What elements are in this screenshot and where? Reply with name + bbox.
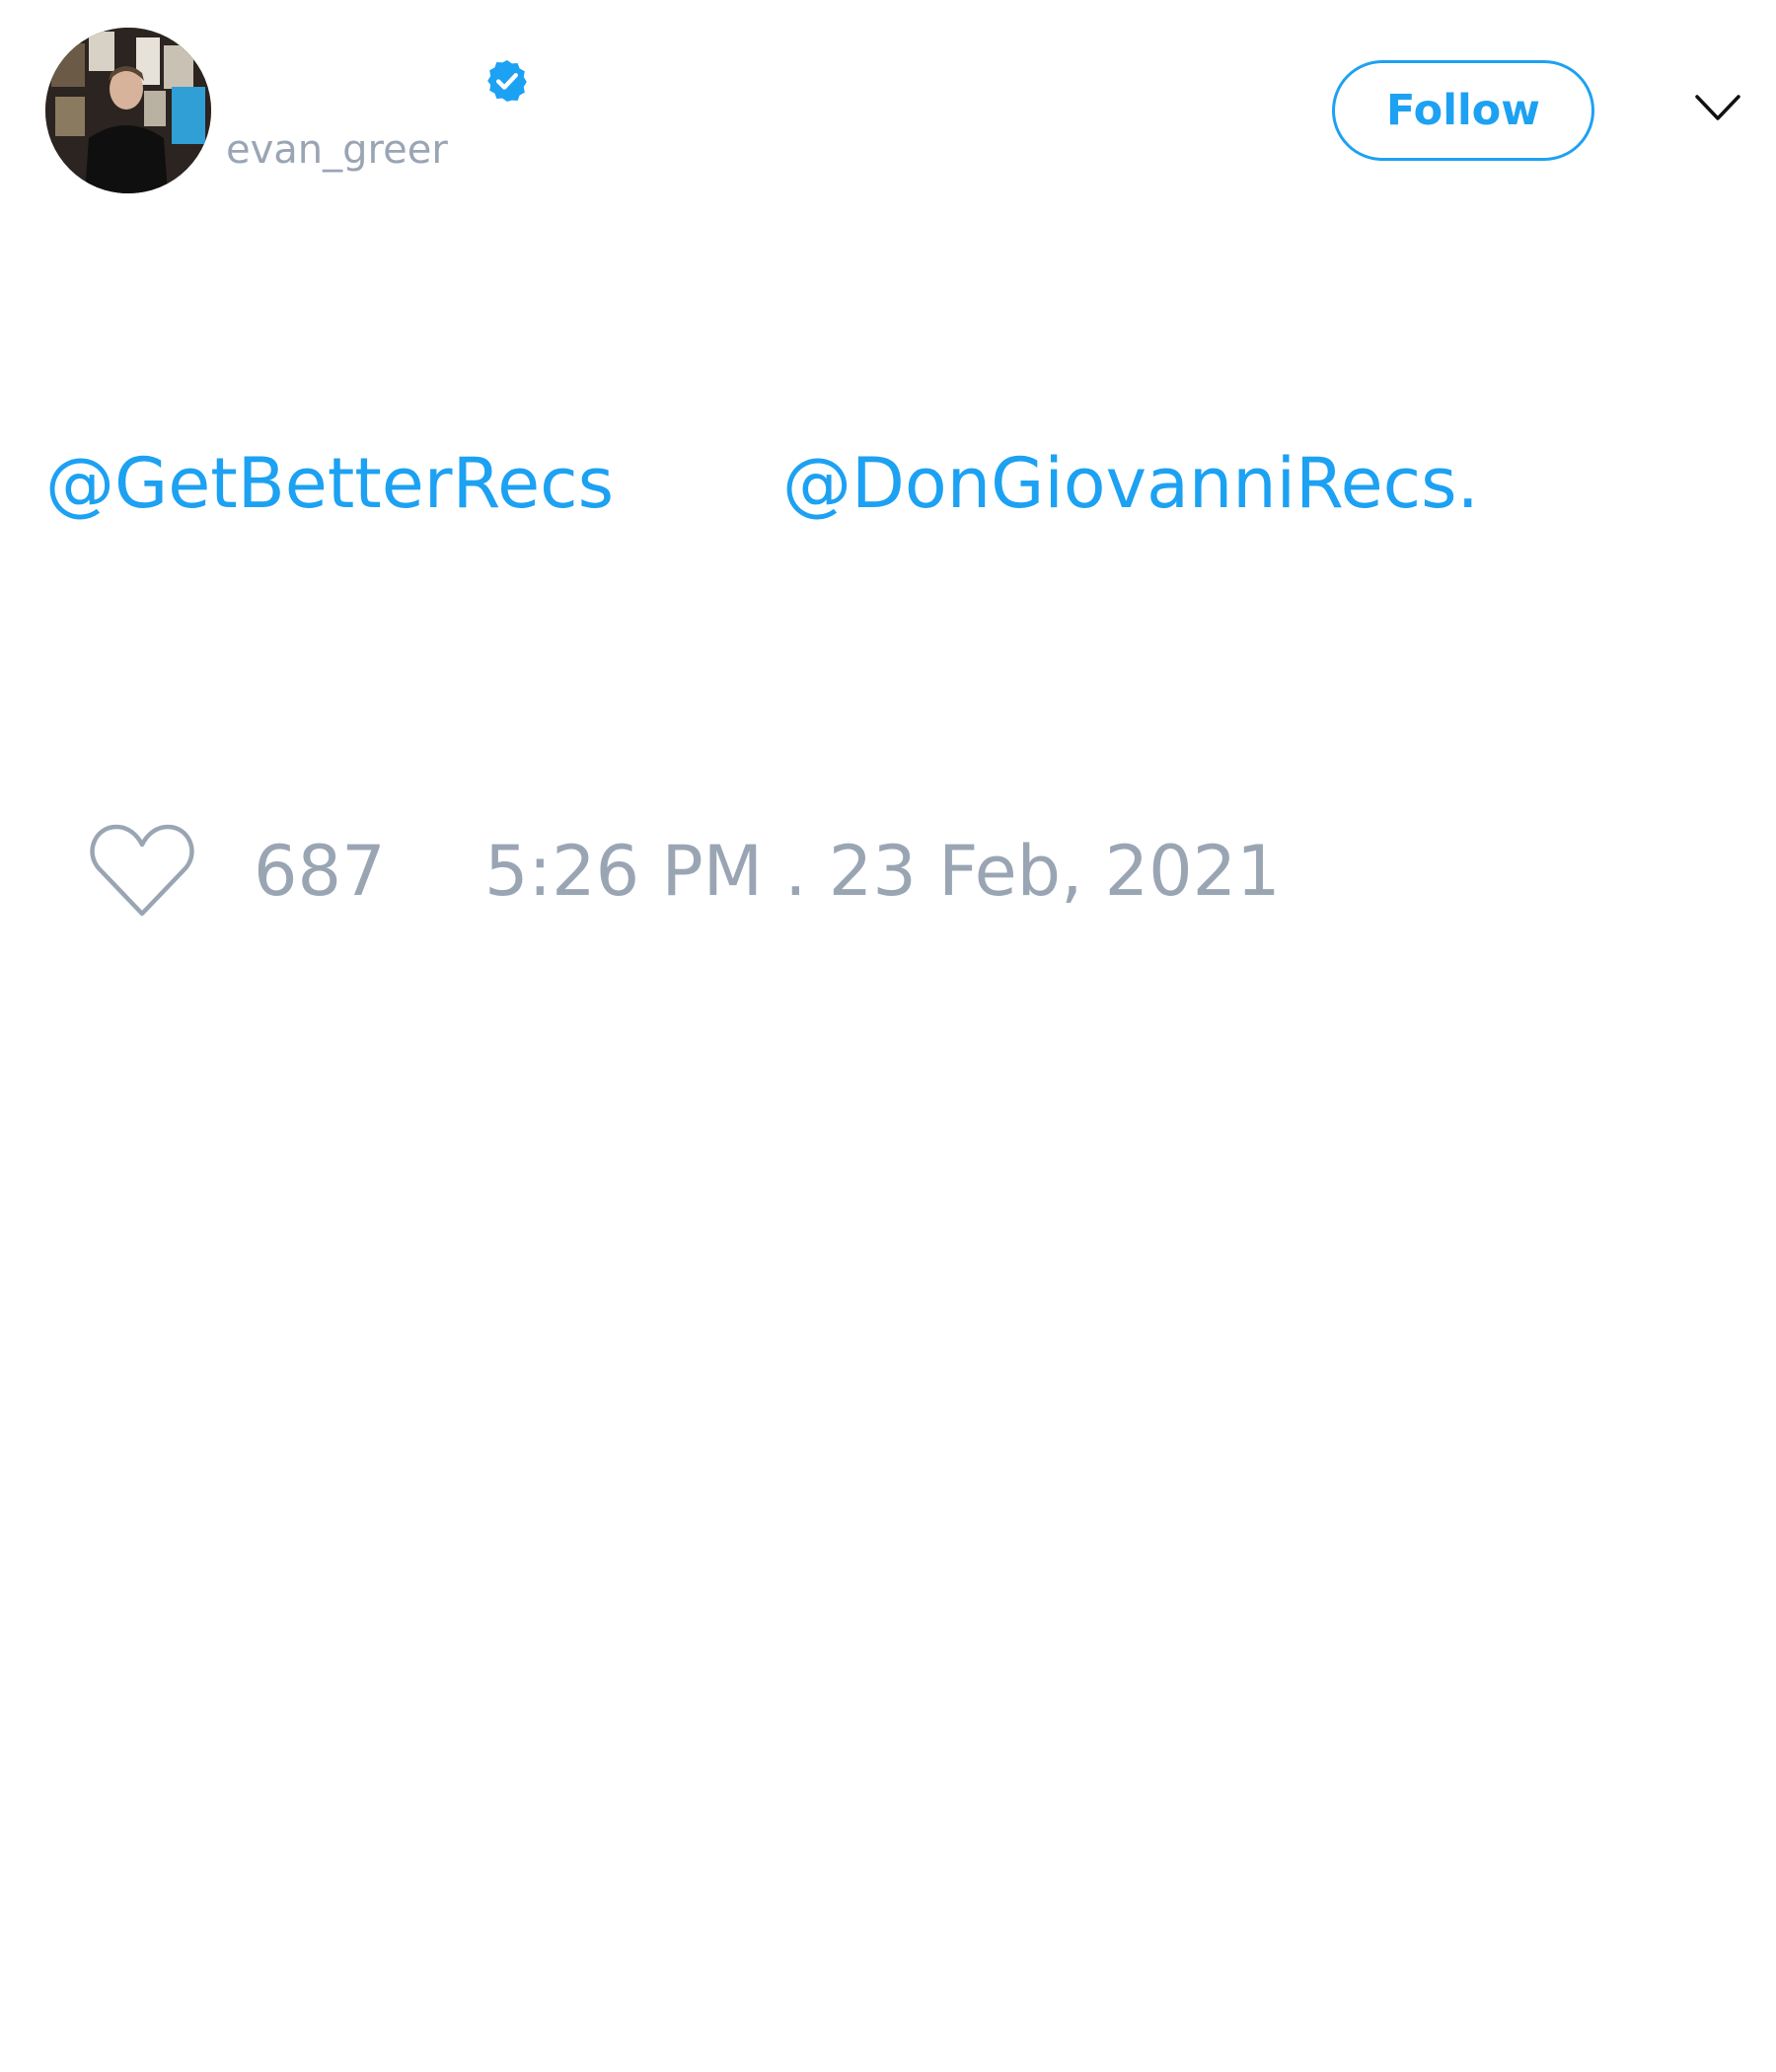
verified-badge-icon xyxy=(487,60,527,102)
mention-link[interactable]: @DonGiovanniRecs. xyxy=(782,439,1479,528)
like-count: 687 xyxy=(254,831,386,912)
heart-icon[interactable] xyxy=(87,821,197,920)
avatar[interactable] xyxy=(45,28,211,193)
tweet-timestamp[interactable]: 5:26 PM . 23 Feb, 2021 xyxy=(484,827,1281,916)
chevron-down-icon[interactable] xyxy=(1693,89,1742,128)
follow-button[interactable]: Follow xyxy=(1332,60,1594,161)
mention-link[interactable]: @GetBetterRecs xyxy=(45,439,614,528)
author-handle[interactable]: evan_greer xyxy=(226,124,448,176)
avatar-photo xyxy=(45,28,211,193)
